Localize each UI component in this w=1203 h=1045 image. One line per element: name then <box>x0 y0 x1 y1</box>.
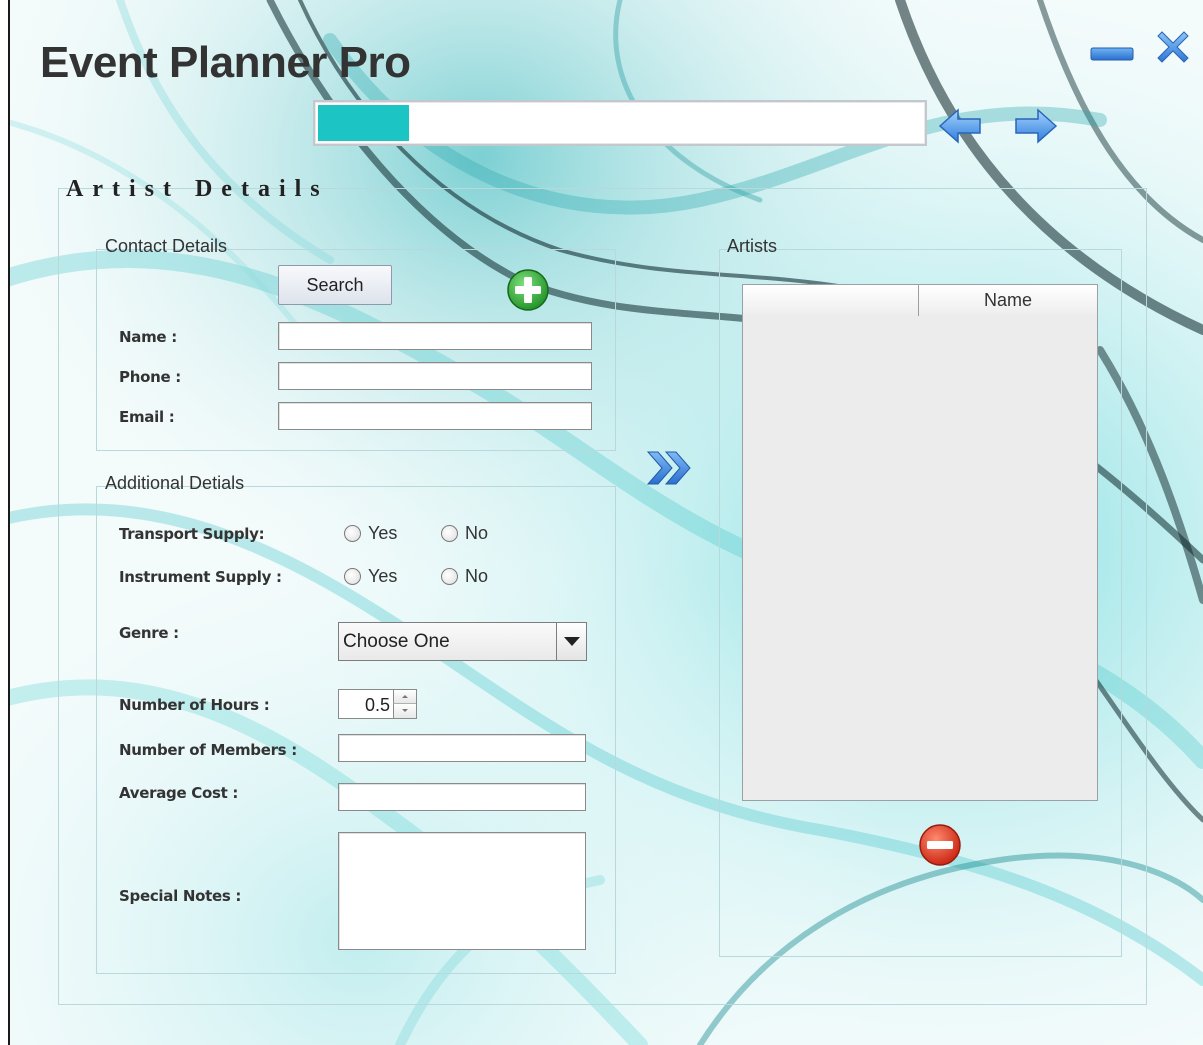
notes-label: Special Notes : <box>119 887 242 905</box>
table-header: Name <box>743 285 1097 316</box>
contact-details-title: Contact Details <box>105 236 228 256</box>
name-label: Name : <box>119 328 177 346</box>
instrument-supply-label: Instrument Supply : <box>119 568 282 586</box>
genre-label: Genre : <box>119 624 179 642</box>
add-circle-icon[interactable] <box>506 268 550 312</box>
cost-input[interactable] <box>338 783 586 811</box>
double-chevron-right-icon[interactable] <box>644 446 694 490</box>
transport-supply-label: Transport Supply: <box>119 525 265 543</box>
radio-circle[interactable] <box>344 568 361 585</box>
genre-select[interactable]: Choose One <box>338 622 587 661</box>
instrument-no-radio[interactable]: No <box>441 566 488 587</box>
progress-fill <box>318 105 409 141</box>
chevron-down-icon <box>564 637 580 646</box>
genre-dropdown-button[interactable] <box>556 623 586 660</box>
hours-value[interactable]: 0.5 <box>365 695 390 716</box>
radio-label: No <box>465 523 489 543</box>
radio-circle[interactable] <box>441 568 458 585</box>
search-button[interactable]: Search <box>278 265 392 305</box>
radio-label: Yes <box>368 566 398 586</box>
hours-spinner[interactable]: 0.5 <box>338 689 417 719</box>
members-input[interactable] <box>338 734 586 762</box>
spinner-up-button[interactable] <box>393 690 416 704</box>
radio-label: Yes <box>368 523 398 543</box>
column-header-name[interactable]: Name <box>919 285 1097 316</box>
radio-circle[interactable] <box>441 525 458 542</box>
phone-label: Phone : <box>119 368 181 386</box>
minimize-icon[interactable] <box>1090 46 1134 62</box>
hours-label: Number of Hours : <box>119 696 270 714</box>
phone-input[interactable] <box>278 362 592 390</box>
spinner-down-button[interactable] <box>393 704 416 718</box>
radio-label: No <box>465 566 489 586</box>
name-input[interactable] <box>278 322 592 350</box>
genre-select-value: Choose One <box>343 631 450 652</box>
notes-textarea[interactable] <box>338 832 586 950</box>
radio-circle[interactable] <box>344 525 361 542</box>
email-input[interactable] <box>278 402 592 430</box>
app-title: Event Planner Pro <box>40 38 411 87</box>
remove-circle-icon[interactable] <box>918 823 962 867</box>
caret-up-icon <box>402 695 408 698</box>
close-icon[interactable] <box>1152 26 1194 68</box>
progress-bar <box>313 100 927 146</box>
artists-table[interactable]: Name <box>742 284 1098 801</box>
instrument-yes-radio[interactable]: Yes <box>344 566 397 587</box>
members-label: Number of Members : <box>119 741 297 759</box>
app-window: Event Planner Pro Artist Details Contact… <box>0 0 1203 1045</box>
transport-yes-radio[interactable]: Yes <box>344 523 397 544</box>
section-title: Artist Details <box>66 176 329 202</box>
column-header[interactable] <box>743 285 919 316</box>
email-label: Email : <box>119 408 175 426</box>
additional-details-title: Additional Detials <box>105 473 245 493</box>
arrow-right-icon[interactable] <box>1010 104 1060 148</box>
caret-down-icon <box>402 709 408 712</box>
arrow-left-icon[interactable] <box>936 104 986 148</box>
transport-no-radio[interactable]: No <box>441 523 488 544</box>
artists-title: Artists <box>727 236 778 256</box>
cost-label: Average Cost : <box>119 784 239 802</box>
